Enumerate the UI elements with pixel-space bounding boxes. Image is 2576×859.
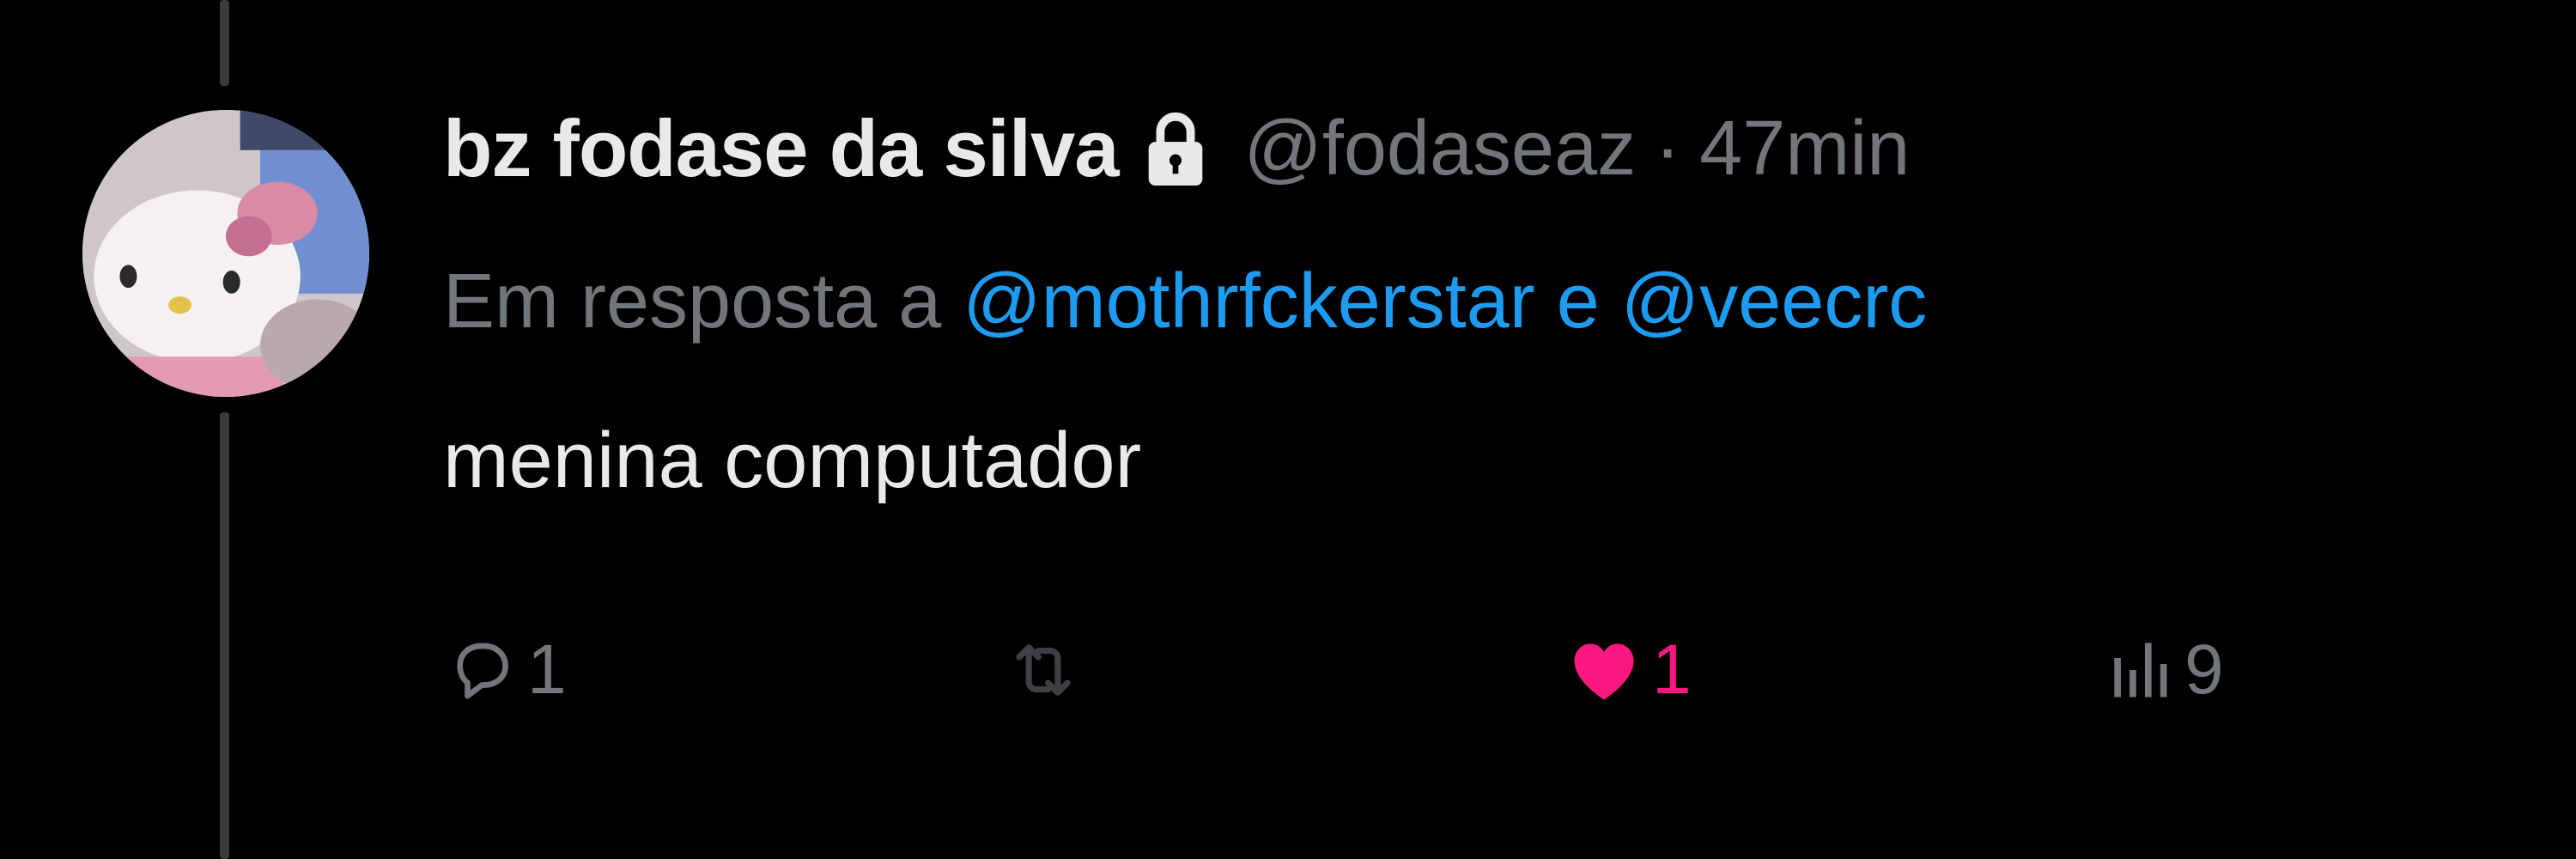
- like-button[interactable]: 1: [1564, 618, 1692, 722]
- retweet-icon: [1005, 631, 1082, 709]
- user-handle[interactable]: @fodaseaz: [1244, 105, 1637, 193]
- avatar[interactable]: [82, 110, 369, 397]
- separator-dot: ·: [1655, 105, 1681, 192]
- mention-joiner: e: [1556, 259, 1600, 344]
- reply-button[interactable]: 1: [447, 618, 567, 722]
- views-bar-chart-icon: [2104, 634, 2176, 706]
- reply-bubble-icon: [447, 634, 519, 706]
- like-count: 1: [1652, 631, 1692, 709]
- avatar-image: [82, 110, 369, 397]
- display-name[interactable]: bz fodase da silva: [443, 102, 1120, 195]
- retweet-button[interactable]: [1005, 618, 1091, 722]
- heart-icon: [1564, 631, 1643, 710]
- action-bar: 1 1 9: [443, 618, 2418, 722]
- lock-icon: [1141, 110, 1210, 187]
- views-count: 9: [2184, 631, 2224, 709]
- mention-link[interactable]: @veecrc: [1621, 259, 1927, 344]
- thread-connector-line: [220, 0, 229, 86]
- mention-link[interactable]: @mothrfckerstar: [963, 259, 1534, 344]
- tweet[interactable]: bz fodase da silva @fodaseaz · 47min Em …: [0, 0, 2576, 859]
- tweet-text: menina computador: [443, 417, 1142, 504]
- reply-context: Em resposta a @mothrfckerstar e @veecrc: [443, 258, 1927, 346]
- views-button[interactable]: 9: [2104, 618, 2224, 722]
- reply-prefix: Em resposta a: [443, 259, 942, 344]
- reply-count: 1: [527, 631, 567, 709]
- tweet-header: bz fodase da silva @fodaseaz · 47min: [443, 101, 1910, 196]
- timestamp[interactable]: 47min: [1699, 105, 1910, 193]
- thread-connector-line: [220, 412, 229, 859]
